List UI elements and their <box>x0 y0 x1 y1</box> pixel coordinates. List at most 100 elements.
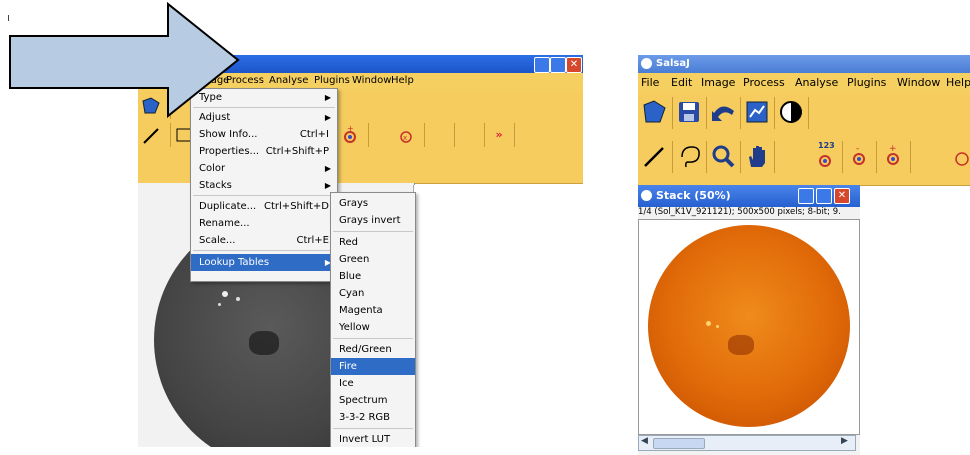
menu-analyse[interactable]: Analyse <box>795 76 838 89</box>
more-tools-button[interactable]: » <box>484 123 515 147</box>
sunspot <box>706 321 711 326</box>
salsaj-title-bar: SalsaJ <box>638 55 970 73</box>
counter-tool[interactable]: 123 <box>810 141 843 173</box>
open-button[interactable] <box>640 97 673 129</box>
lut-item-cyan[interactable]: Cyan <box>331 285 415 302</box>
menu-separator <box>333 231 413 232</box>
svg-text:x: x <box>403 134 407 142</box>
line-tool[interactable] <box>140 123 171 147</box>
left-blank-area <box>413 185 583 447</box>
menu-plugins[interactable]: Plugins <box>314 75 350 86</box>
menu-plugins[interactable]: Plugins <box>847 76 886 89</box>
lasso-icon <box>681 146 700 168</box>
zoom-tool[interactable] <box>708 141 741 173</box>
save-icon <box>679 102 699 122</box>
menu-item-properties[interactable]: Properties... Ctrl+Shift+P <box>191 143 337 160</box>
menu-separator <box>193 250 335 251</box>
app-icon <box>641 58 652 69</box>
menu-item-rename[interactable]: Rename... <box>191 215 337 232</box>
menu-item-lookup-tables[interactable]: Lookup Tables ▶ <box>191 254 337 271</box>
active-region <box>728 335 754 355</box>
lut-item-ice[interactable]: Ice <box>331 375 415 392</box>
maximize-button[interactable] <box>816 188 832 204</box>
lut-item-red[interactable]: Red <box>331 234 415 251</box>
menu-edit[interactable]: Edit <box>671 76 692 89</box>
lut-item-grays-invert[interactable]: Grays invert <box>331 212 415 229</box>
point-tool-1[interactable]: + <box>338 123 369 147</box>
menu-image[interactable]: Image <box>701 76 735 89</box>
line-tool[interactable] <box>640 141 673 173</box>
empty-tool-1[interactable] <box>424 123 455 147</box>
sunspot <box>222 291 228 297</box>
maximize-button[interactable] <box>550 57 566 73</box>
menu-item-duplicate[interactable]: Duplicate... Ctrl+Shift+D <box>191 198 337 215</box>
menu-item-scale[interactable]: Scale... Ctrl+E <box>191 232 337 249</box>
undo-icon <box>712 106 734 121</box>
menu-help[interactable]: Help <box>391 75 414 86</box>
menu-item-color[interactable]: Color ▶ <box>191 160 337 177</box>
target-x-icon <box>955 152 969 166</box>
target-icon: + <box>344 124 356 143</box>
scroll-right-icon[interactable]: ▶ <box>841 436 848 446</box>
lut-item-grays[interactable]: Grays <box>331 195 415 212</box>
undo-button[interactable] <box>708 97 741 129</box>
lasso-tool[interactable] <box>674 141 707 173</box>
menu-window[interactable]: Window <box>897 76 940 89</box>
lut-item-spectrum[interactable]: Spectrum <box>331 392 415 409</box>
contrast-icon <box>780 101 802 123</box>
hand-tool[interactable] <box>742 141 775 173</box>
menu-file[interactable]: File <box>641 76 659 89</box>
empty-tool-2[interactable] <box>454 123 485 147</box>
menu-separator <box>333 428 413 429</box>
line-icon <box>644 147 664 167</box>
active-region <box>249 331 279 355</box>
point-tool-2[interactable]: x <box>394 123 425 147</box>
lut-item-blue[interactable]: Blue <box>331 268 415 285</box>
chart-icon <box>746 101 768 123</box>
add-point-tool[interactable]: + <box>878 141 911 173</box>
stack-title: Stack (50%) <box>656 189 731 202</box>
menu-window[interactable]: Window <box>352 75 391 86</box>
sunspot <box>236 297 240 301</box>
sunspot <box>716 325 719 328</box>
svg-text:-: - <box>856 144 859 154</box>
menu-item-show-info[interactable]: Show Info... Ctrl+I <box>191 126 337 143</box>
lut-item-red-green[interactable]: Red/Green <box>331 341 415 358</box>
remove-point-tool[interactable] <box>946 141 970 173</box>
scroll-left-icon[interactable]: ◀ <box>641 436 648 446</box>
line-icon <box>143 128 159 144</box>
lut-item-yellow[interactable]: Yellow <box>331 319 415 336</box>
right-screenshot: SalsaJ File Edit Image Process Analyse P… <box>638 55 970 455</box>
magnifier-icon <box>712 145 735 168</box>
scroll-thumb[interactable] <box>653 438 705 449</box>
close-button[interactable]: ✕ <box>566 57 582 73</box>
stack-info-line: 1/4 (Sol_K1V_921121); 500x500 pixels; 8-… <box>638 207 841 217</box>
menu-analyse[interactable]: Analyse <box>269 75 308 86</box>
target-x-icon: x <box>400 131 412 143</box>
horizontal-scrollbar[interactable]: ◀ ▶ <box>638 435 856 451</box>
lut-item-magenta[interactable]: Magenta <box>331 302 415 319</box>
menu-separator <box>333 338 413 339</box>
point-tool[interactable]: - <box>844 141 877 173</box>
hand-icon <box>749 146 765 167</box>
svg-text:+: + <box>347 124 354 133</box>
minimize-button[interactable] <box>798 188 814 204</box>
lut-item-fire[interactable]: Fire <box>331 358 415 375</box>
target-plus-icon: + <box>887 144 899 165</box>
menu-process[interactable]: Process <box>743 76 785 89</box>
lut-item-green[interactable]: Green <box>331 251 415 268</box>
lut-item-invert-lut[interactable]: Invert LUT <box>331 431 415 447</box>
lookup-tables-submenu: Grays Grays invert Red Green Blue Cyan M… <box>330 192 416 447</box>
sun-image-fire-lut <box>648 225 850 427</box>
histogram-button[interactable] <box>742 97 775 129</box>
menu-help[interactable]: Help <box>946 76 970 89</box>
stack-window: Stack (50%) ✕ 1/4 (Sol_K1V_921121); 500x… <box>638 185 860 455</box>
save-button[interactable] <box>674 97 707 129</box>
close-button[interactable]: ✕ <box>834 188 850 204</box>
minimize-button[interactable] <box>534 57 550 73</box>
menu-item-stacks[interactable]: Stacks ▶ <box>191 177 337 194</box>
lut-item-332-rgb[interactable]: 3-3-2 RGB <box>331 409 415 426</box>
salsaj-menubar: File Edit Image Process Analyse Plugins … <box>638 73 970 93</box>
contrast-button[interactable] <box>776 97 809 129</box>
target-icon <box>819 155 831 167</box>
